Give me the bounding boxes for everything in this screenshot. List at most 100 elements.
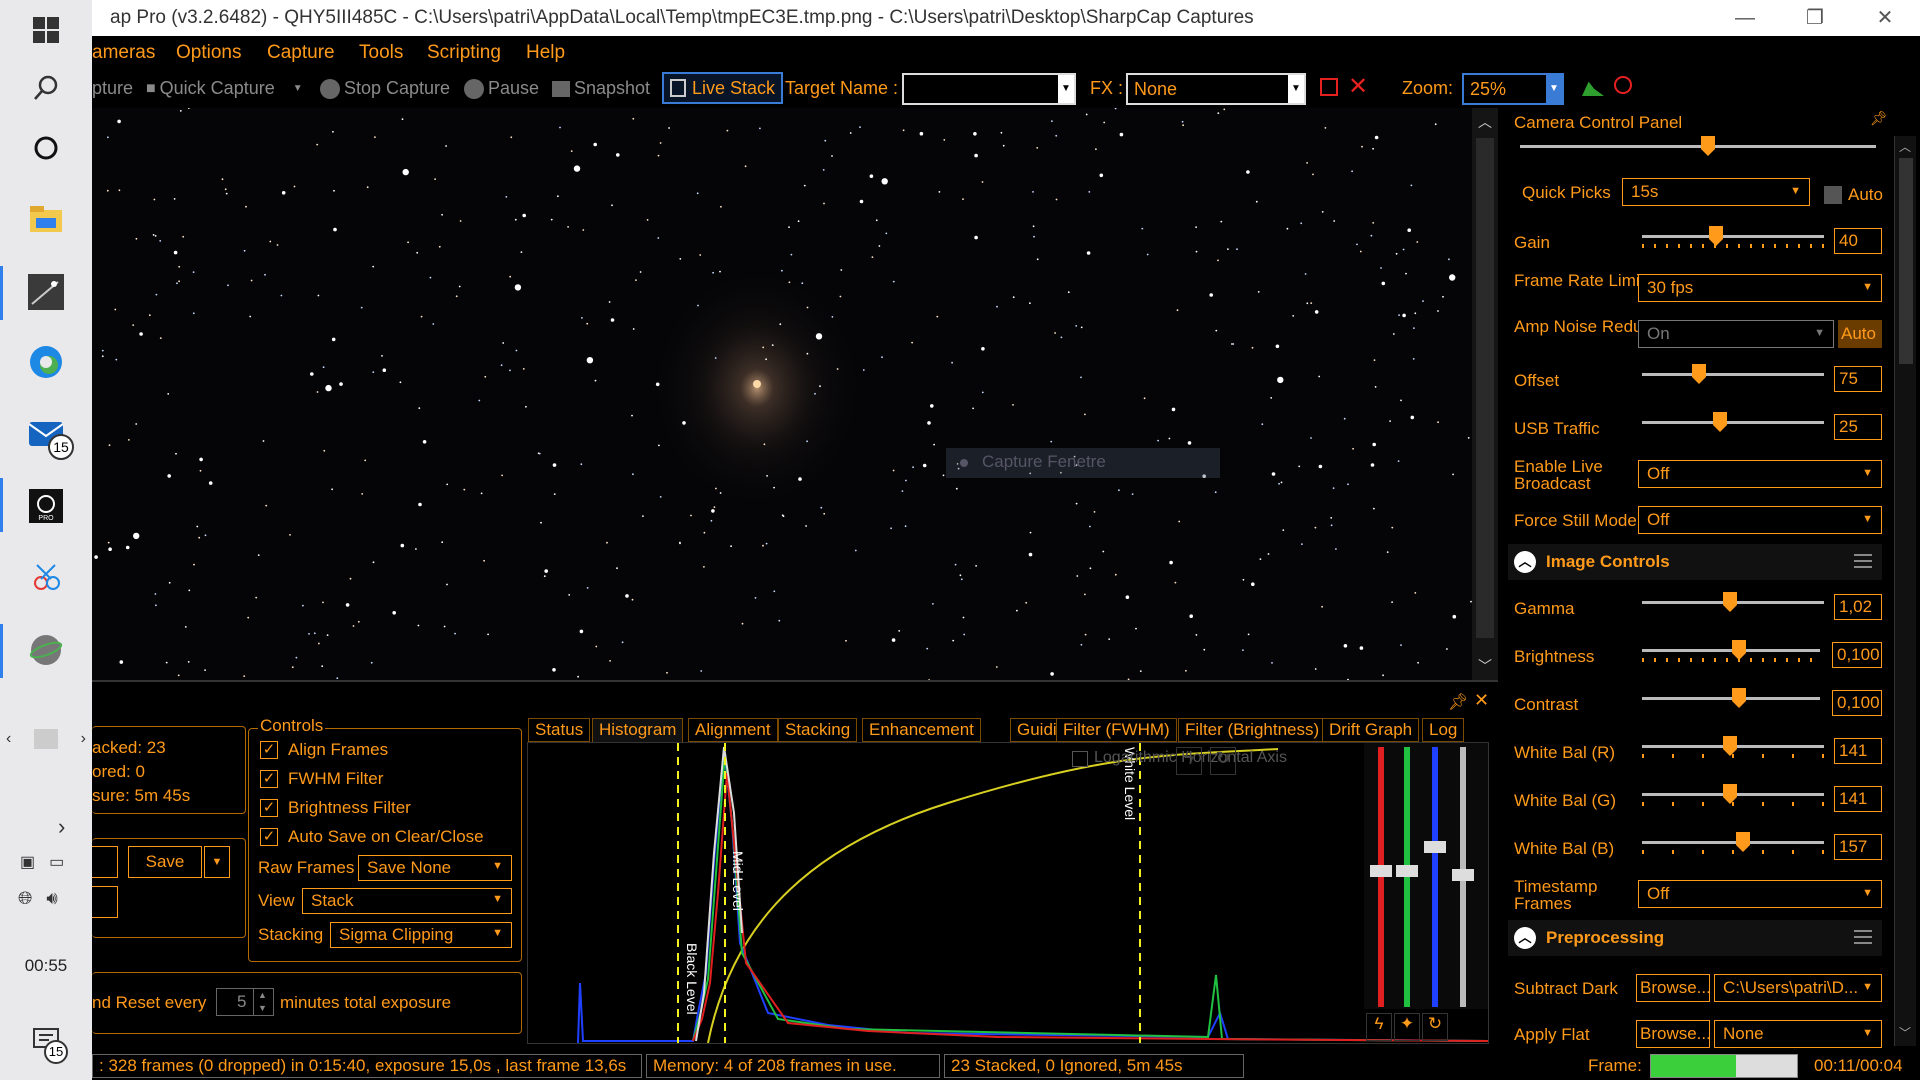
menu-scripting[interactable]: Scripting [427,42,501,64]
zoom-magnifier-icon[interactable] [1614,76,1632,94]
chevron-right-icon[interactable]: › [81,730,86,748]
align-frames-checkbox[interactable]: ✓ [260,741,278,759]
collapse-icon[interactable]: ︿ [1514,551,1536,573]
blue-slider-thumb[interactable] [1424,841,1446,853]
tab-enhancement[interactable]: Enhancement [862,718,981,742]
red-slider-thumb[interactable] [1370,865,1392,877]
reset-button[interactable] [92,886,118,918]
view-select[interactable]: Stack ▼ [302,888,512,914]
gain-slider[interactable] [1642,226,1824,248]
subtract-dark-select[interactable]: C:\Users\patri\D... ▼ [1714,974,1882,1002]
lightning-icon[interactable]: ϟ [1176,747,1202,775]
offset-value[interactable]: 75 [1834,366,1882,392]
chevron-down-icon[interactable]: ﹀ [1478,656,1492,676]
pause-button[interactable]: Pause [464,78,539,99]
chevron-up-icon[interactable]: ︿ [1478,112,1492,132]
white-bal-r-value[interactable]: 141 [1834,738,1882,764]
amp-noise-auto-button[interactable]: Auto [1838,320,1882,348]
chevron-left-icon[interactable]: ‹ [6,730,11,748]
menu-capture[interactable]: Capture [267,42,335,64]
menu-help[interactable]: Help [526,42,565,64]
blue-channel-slider[interactable] [1432,747,1438,1007]
brightness-value[interactable]: 0,100 [1832,642,1882,668]
pin-icon[interactable]: 📌︎ [1870,110,1888,127]
pin-icon[interactable]: 📌︎ [1448,692,1468,712]
quick-capture-button[interactable]: ■ Quick Capture ▼ [146,78,303,99]
close-button[interactable]: ✕ [1850,0,1920,36]
red-channel-slider[interactable] [1378,747,1384,1007]
log-axis-checkbox[interactable] [1072,751,1088,767]
file-explorer-icon[interactable] [24,196,68,240]
white-bal-g-value[interactable]: 141 [1834,786,1882,812]
chevron-down-icon[interactable]: ▼ [1058,75,1074,103]
chevron-down-icon[interactable]: ▼ [1288,75,1304,103]
sharpcap-pro-icon[interactable]: PRO [24,484,68,528]
battery-icon[interactable]: ▭ [49,852,64,872]
usb-traffic-value[interactable]: 25 [1834,414,1882,440]
tab-log[interactable]: Log [1422,718,1465,742]
image-controls-header[interactable]: ︿ Image Controls [1508,544,1882,580]
show-hidden-icons-chevron[interactable]: › [58,814,65,840]
menu-icon[interactable] [1854,554,1872,568]
menu-options[interactable]: Options [176,42,241,64]
search-icon[interactable] [24,66,68,110]
volume-icon[interactable]: 🔊︎ [46,888,57,909]
save-options-dropdown[interactable]: ▼ [204,846,230,878]
camera-image-view[interactable]: Capture Fenetre [92,108,1472,680]
stepper-arrows-icon[interactable]: ▲ ▼ [253,989,271,1015]
auto-exposure-checkbox[interactable] [1824,186,1842,204]
amp-noise-select[interactable]: On ▼ [1638,320,1834,348]
reset-stretch-icon[interactable]: ↻ [1422,1013,1448,1041]
green-channel-slider[interactable] [1404,747,1410,1007]
gamma-value[interactable]: 1,02 [1834,594,1882,620]
minimize-button[interactable]: — [1710,0,1780,36]
contrast-value[interactable]: 0,100 [1832,690,1882,716]
live-stack-button[interactable]: Live Stack [662,72,784,104]
close-panel-icon[interactable]: ✕ [1474,690,1489,711]
chevron-down-icon[interactable]: ▼ [1546,75,1562,103]
reticle-icon[interactable]: ✕ [1348,72,1368,101]
tab-stacking[interactable]: Stacking [778,718,858,742]
quick-picks-select[interactable]: 15s ▼ [1622,178,1810,206]
windows-start-icon[interactable] [24,8,68,52]
tab-filter-fwhm[interactable]: Filter (FWHM) [1056,718,1177,742]
histogram-icon[interactable] [1582,81,1604,96]
white-bal-r-slider[interactable] [1642,736,1824,758]
control-panel-scrollbar[interactable]: ︿ ﹀ [1894,136,1916,1046]
brightness-filter-checkbox[interactable]: ✓ [260,799,278,817]
timestamp-select[interactable]: Off ▼ [1638,880,1882,908]
zoom-combo[interactable]: 25% ▼ [1462,73,1564,105]
white-bal-g-slider[interactable] [1642,784,1824,806]
device-icon[interactable]: ▣ [20,852,35,872]
capture-button[interactable]: pture [92,78,133,99]
target-name-combo[interactable]: ▼ [902,73,1076,105]
planet-app-icon[interactable] [24,628,68,672]
usb-traffic-slider[interactable] [1642,412,1824,434]
fwhm-filter-checkbox[interactable]: ✓ [260,770,278,788]
astro-app-icon[interactable] [24,270,68,314]
menu-icon[interactable] [1854,930,1872,944]
refresh-icon[interactable]: ↻ [1210,747,1236,775]
fx-combo[interactable]: None ▼ [1126,73,1306,105]
force-still-select[interactable]: Off ▼ [1638,506,1882,534]
action-center-icon[interactable]: 15 [24,1018,68,1064]
save-button[interactable]: Save [128,846,202,878]
luminance-slider-thumb[interactable] [1452,869,1474,881]
network-globe-icon[interactable]: 🌐︎ [18,888,32,909]
chevron-down-icon[interactable]: ▼ [293,83,303,94]
cortana-icon[interactable] [24,126,68,170]
tab-histogram[interactable]: Histogram [592,718,684,744]
chevron-down-icon[interactable]: ﹀ [1899,1024,1911,1041]
auto-save-checkbox[interactable]: ✓ [260,828,278,846]
auto-stretch-icon[interactable]: ϟ [1366,1013,1392,1041]
collapse-icon[interactable]: ︿ [1514,927,1536,949]
offset-slider[interactable] [1642,364,1824,386]
taskbar-scroller[interactable]: ‹ › [0,726,92,752]
gain-value[interactable]: 40 [1834,228,1882,254]
scrollbar-thumb[interactable] [1899,158,1913,364]
image-vertical-scrollbar[interactable]: ︿ ﹀ [1472,108,1498,680]
white-bal-b-value[interactable]: 157 [1834,834,1882,860]
clear-button[interactable] [92,846,118,878]
browse-flat-button[interactable]: Browse... [1636,1020,1710,1048]
exposure-slider[interactable] [1520,136,1876,158]
